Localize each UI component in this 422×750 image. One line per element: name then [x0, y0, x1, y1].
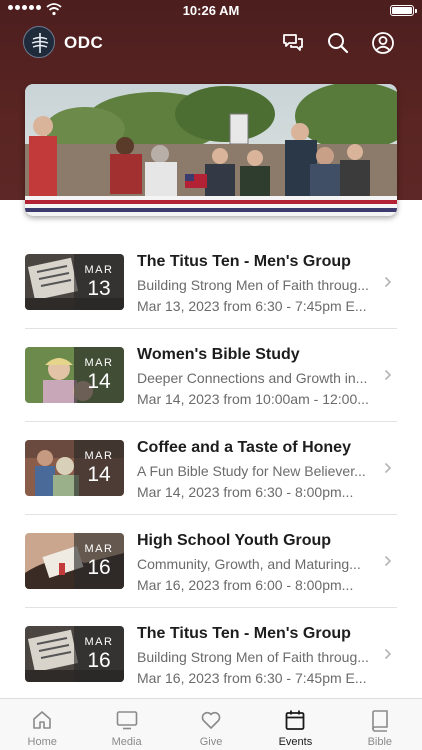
tab-give[interactable]: Give	[169, 699, 253, 750]
event-thumbnail: MAR 14	[25, 347, 124, 403]
app-header: ODC	[0, 22, 422, 66]
event-thumbnail: MAR 16	[25, 533, 124, 589]
search-icon[interactable]	[326, 31, 350, 55]
event-subtitle: A Fun Bible Study for New Believer...	[137, 463, 366, 479]
event-thumbnail: MAR 16	[25, 626, 124, 682]
heart-icon	[201, 711, 221, 729]
event-day: 13	[87, 277, 111, 300]
event-month: MAR	[84, 543, 114, 555]
event-month: MAR	[84, 264, 114, 276]
event-thumbnail: MAR 14	[25, 440, 124, 496]
tab-media-label: Media	[111, 736, 142, 748]
chevron-right-icon	[384, 369, 392, 381]
event-list-item[interactable]: MAR 14 Women's Bible Study Deeper Connec…	[0, 329, 422, 422]
tab-bible[interactable]: Bible	[338, 699, 422, 750]
event-list-item[interactable]: MAR 14 Coffee and a Taste of Honey A Fun…	[0, 422, 422, 515]
event-thumbnail: MAR 13	[25, 254, 124, 310]
calendar-icon	[286, 710, 305, 730]
event-day: 14	[87, 463, 111, 486]
event-month: MAR	[84, 636, 114, 648]
event-time: Mar 16, 2023 from 6:00 - 8:00pm...	[137, 577, 354, 593]
event-time: Mar 16, 2023 from 6:30 - 7:45pm E...	[137, 670, 367, 686]
event-subtitle: Community, Growth, and Maturing...	[137, 556, 361, 572]
church-logo-icon[interactable]	[23, 26, 55, 58]
bottom-tab-bar: Home Media Give Events Bible	[0, 698, 422, 750]
chevron-right-icon	[384, 555, 392, 567]
chevron-right-icon	[384, 462, 392, 474]
event-time: Mar 13, 2023 from 6:30 - 7:45pm E...	[137, 298, 367, 314]
event-title: The Titus Ten - Men's Group	[137, 253, 351, 270]
chat-icon[interactable]	[281, 31, 305, 55]
event-subtitle: Deeper Connections and Growth in...	[137, 370, 368, 386]
group-photo	[25, 84, 397, 216]
status-time: 10:26 AM	[182, 3, 240, 18]
event-subtitle: Building Strong Men of Faith throug...	[137, 277, 369, 293]
event-time: Mar 14, 2023 from 10:00am - 12:00...	[137, 391, 369, 407]
event-title: Coffee and a Taste of Honey	[137, 439, 351, 456]
event-list-item[interactable]: MAR 16 The Titus Ten - Men's Group Build…	[0, 608, 422, 701]
event-date-badge: MAR 13	[74, 254, 124, 310]
event-list-item[interactable]: MAR 13 The Titus Ten - Men's Group Build…	[0, 236, 422, 329]
event-day: 16	[87, 556, 111, 579]
tab-events-label: Events	[278, 736, 313, 748]
bible-icon	[372, 710, 388, 732]
event-list-item[interactable]: MAR 16 High School Youth Group Community…	[0, 515, 422, 608]
battery-icon	[390, 5, 417, 16]
event-title: The Titus Ten - Men's Group	[137, 625, 351, 642]
event-day: 14	[87, 370, 111, 393]
tab-media[interactable]: Media	[84, 699, 168, 750]
event-title: Women's Bible Study	[137, 346, 300, 363]
event-month: MAR	[84, 450, 114, 462]
event-date-badge: MAR 14	[74, 347, 124, 403]
chevron-right-icon	[384, 648, 392, 660]
battery-level	[392, 7, 412, 14]
event-date-badge: MAR 14	[74, 440, 124, 496]
app-title: ODC	[64, 33, 104, 52]
event-date-badge: MAR 16	[74, 533, 124, 589]
event-month: MAR	[84, 357, 114, 369]
tab-home-label: Home	[27, 736, 57, 748]
event-date-badge: MAR 16	[74, 626, 124, 682]
tab-events[interactable]: Events	[253, 699, 337, 750]
home-icon	[33, 711, 52, 729]
event-day: 16	[87, 649, 111, 672]
chevron-right-icon	[384, 276, 392, 288]
tab-give-label: Give	[199, 736, 223, 748]
hero-banner-image[interactable]	[25, 84, 397, 216]
profile-icon[interactable]	[371, 31, 395, 55]
tab-bible-label: Bible	[367, 736, 393, 748]
status-bar: 10:26 AM	[0, 0, 422, 22]
media-icon	[116, 711, 137, 730]
event-title: High School Youth Group	[137, 532, 332, 549]
event-time: Mar 14, 2023 from 6:30 - 8:00pm...	[137, 484, 354, 500]
events-list: MAR 13 The Titus Ten - Men's Group Build…	[0, 236, 422, 701]
tab-home[interactable]: Home	[0, 699, 84, 750]
event-subtitle: Building Strong Men of Faith throug...	[137, 649, 369, 665]
